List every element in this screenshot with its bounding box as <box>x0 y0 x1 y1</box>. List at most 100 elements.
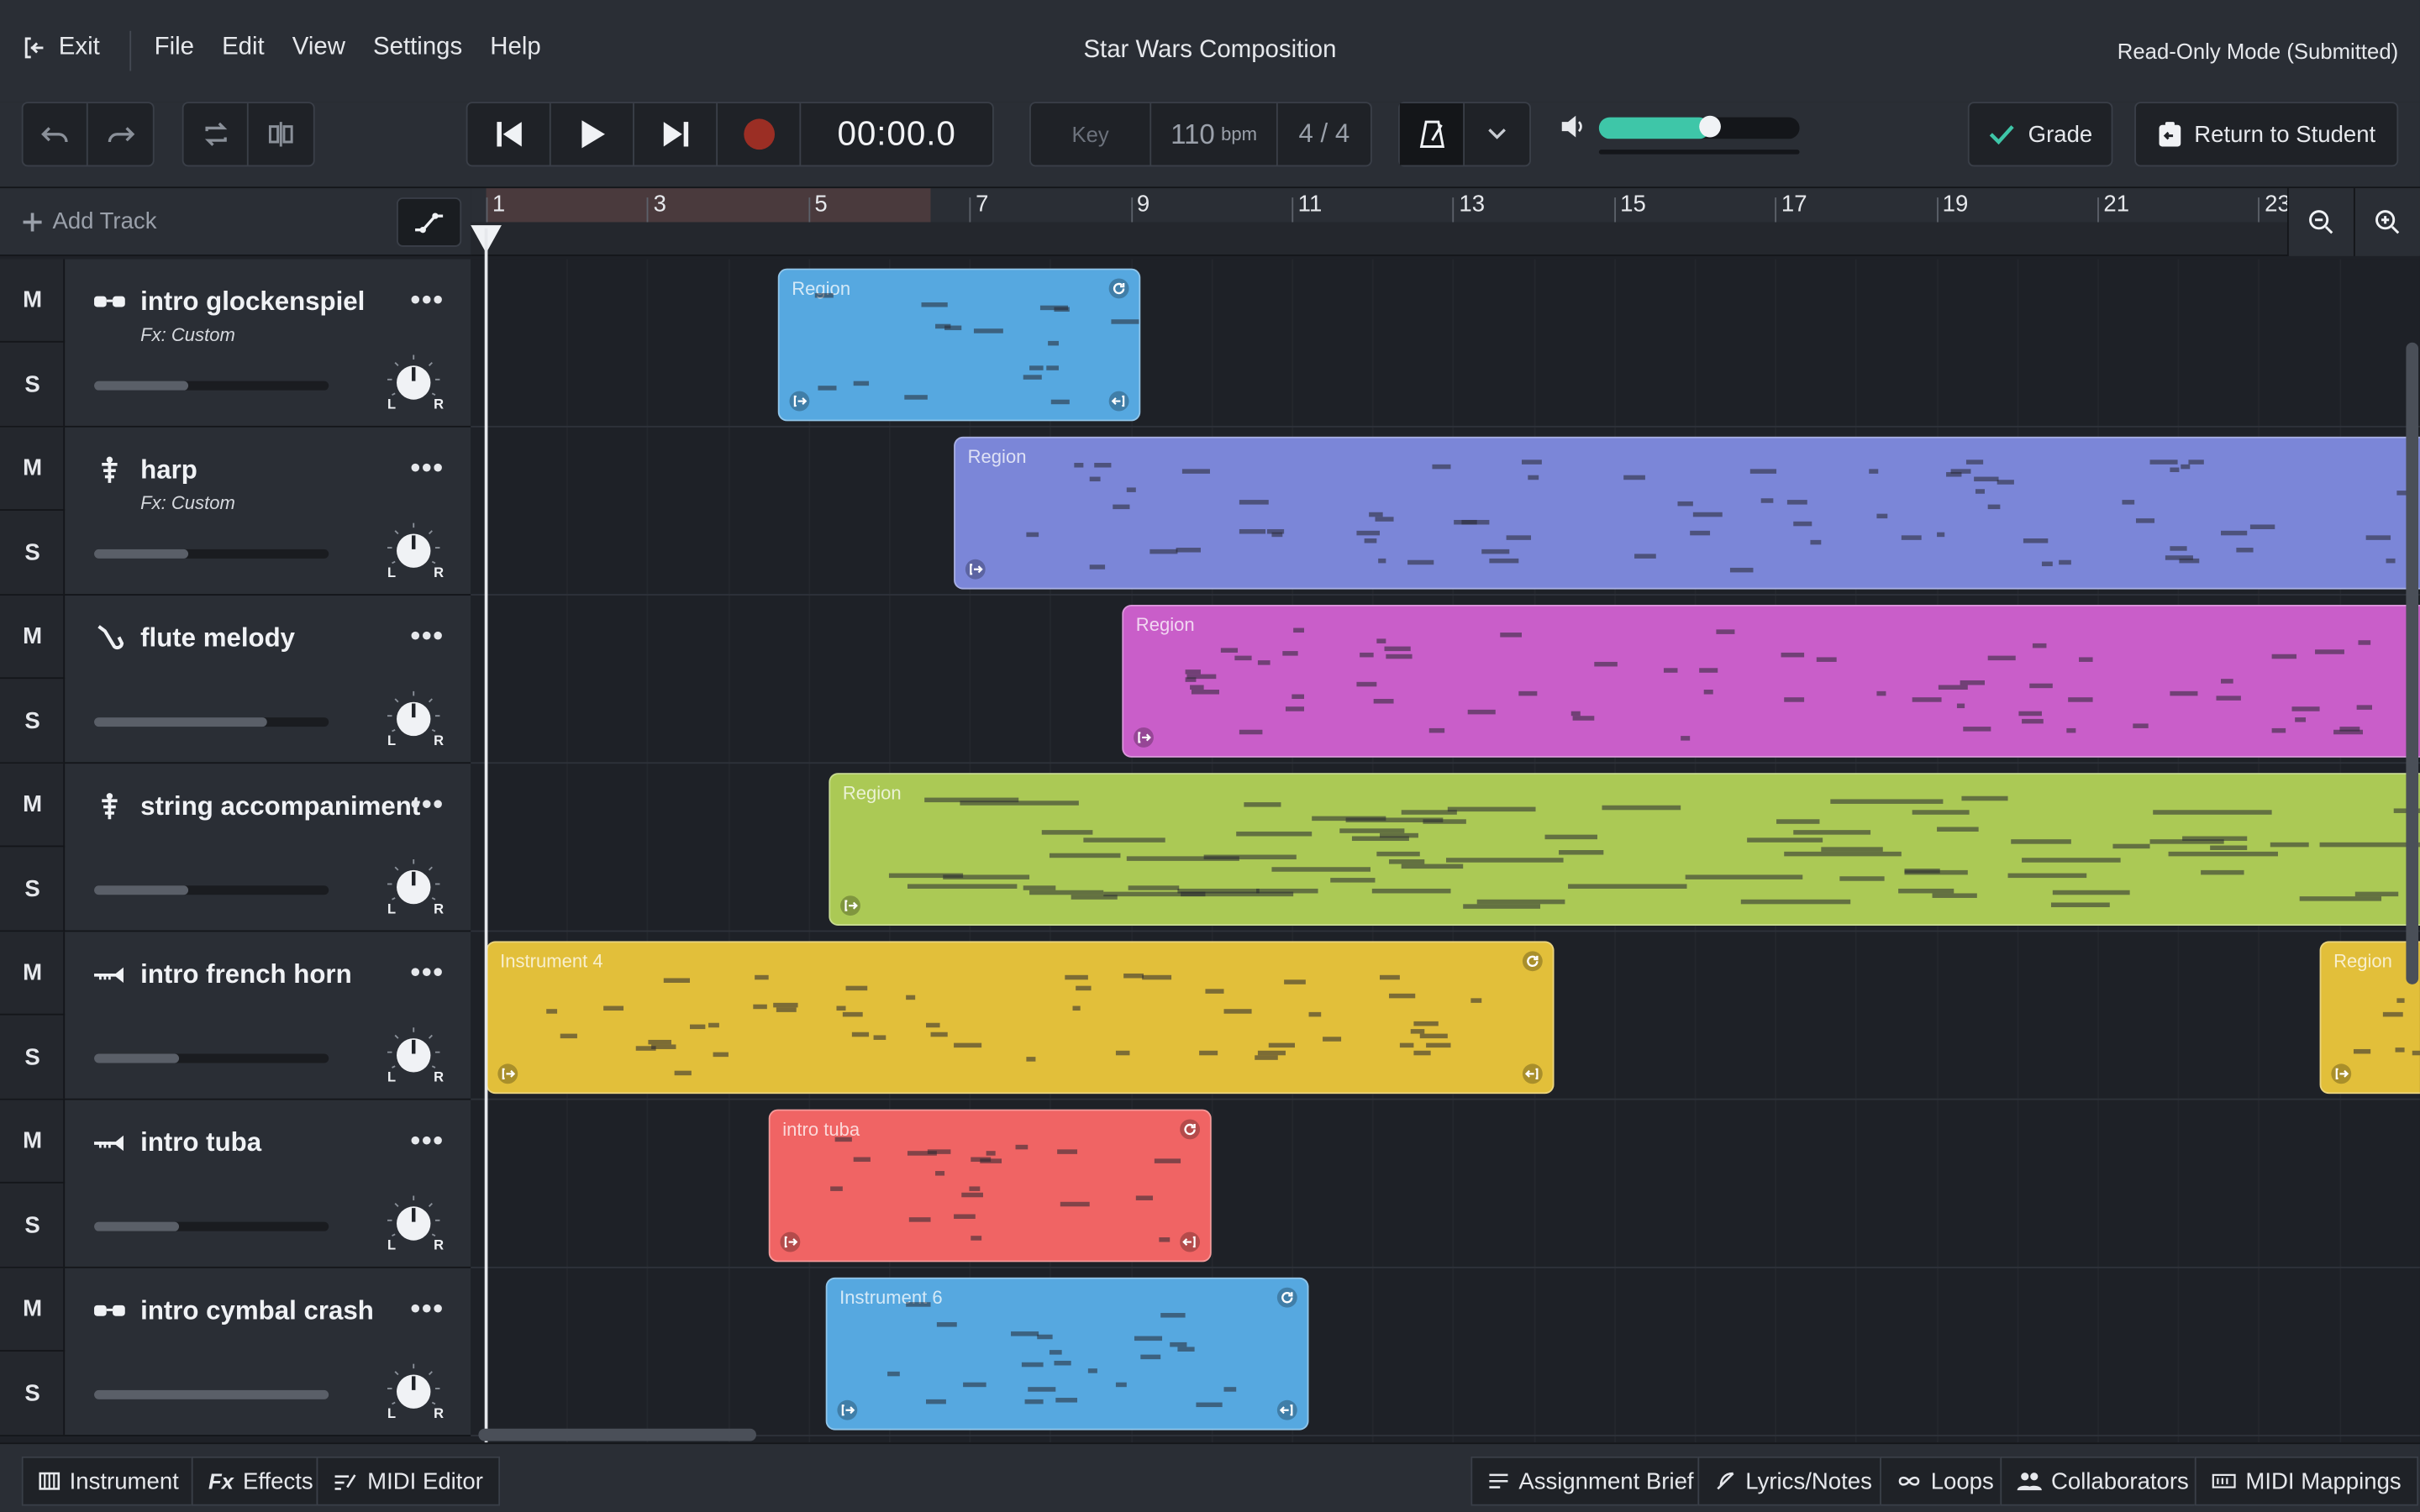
pan-knob[interactable]: L R <box>383 1361 445 1422</box>
record-button[interactable] <box>718 103 802 165</box>
region-start-handle-icon[interactable] <box>497 1063 518 1084</box>
arrangement-area[interactable]: Region Region Region Region Instrument 4… <box>471 259 2420 1443</box>
track-volume-slider[interactable] <box>94 1221 329 1231</box>
effects-tab[interactable]: Fx Effects <box>191 1456 330 1506</box>
track-volume-slider[interactable] <box>94 885 329 895</box>
midi-region[interactable]: Region <box>2319 941 2420 1095</box>
track-name[interactable]: intro french horn <box>140 959 352 990</box>
horizontal-scrollbar[interactable] <box>478 1428 756 1441</box>
midi-editor-tab[interactable]: MIDI Editor <box>316 1456 501 1506</box>
midi-region[interactable]: Region <box>1122 604 2420 758</box>
track-name[interactable]: string accompaniment <box>140 791 420 822</box>
midi-region[interactable]: intro tuba <box>768 1109 1212 1263</box>
mute-button[interactable]: M <box>0 260 66 343</box>
redo-button[interactable] <box>88 103 153 165</box>
undo-button[interactable] <box>24 103 88 165</box>
play-button[interactable] <box>551 103 634 165</box>
lyrics-notes-tab[interactable]: Lyrics/Notes <box>1697 1456 1890 1506</box>
track-options-button[interactable]: ••• <box>411 1293 445 1326</box>
loop-region-icon[interactable] <box>1179 1119 1201 1141</box>
track-name[interactable]: intro cymbal crash <box>140 1296 374 1327</box>
region-start-handle-icon[interactable] <box>780 1231 802 1253</box>
playhead[interactable] <box>484 228 488 1443</box>
loop-range[interactable] <box>486 188 931 223</box>
loop-region-icon[interactable] <box>1522 950 1544 972</box>
split-button[interactable] <box>249 103 313 165</box>
pan-knob[interactable]: L R <box>383 856 445 917</box>
master-volume-slider[interactable] <box>1598 115 1800 139</box>
vertical-scrollbar[interactable] <box>2406 342 2419 984</box>
pan-knob[interactable]: L R <box>383 688 445 749</box>
zoom-out-button[interactable] <box>2286 188 2354 256</box>
pan-knob[interactable]: L R <box>383 520 445 581</box>
track-row[interactable]: M S intro cymbal crash ••• L R <box>0 1268 471 1436</box>
midi-mappings-tab[interactable]: MIDI Mappings <box>2194 1456 2418 1506</box>
solo-button[interactable]: S <box>0 1184 65 1267</box>
region-end-handle-icon[interactable] <box>1276 1399 1298 1421</box>
region-start-handle-icon[interactable] <box>789 391 811 412</box>
region-start-handle-icon[interactable] <box>2330 1063 2352 1084</box>
track-row[interactable]: M S intro glockenspiel Fx: Custom ••• L … <box>0 259 471 428</box>
solo-button[interactable]: S <box>0 343 65 426</box>
menu-edit[interactable]: Edit <box>222 34 265 61</box>
region-end-handle-icon[interactable] <box>1179 1231 1201 1253</box>
mute-button[interactable]: M <box>0 428 66 511</box>
pan-knob[interactable]: L R <box>383 1193 445 1254</box>
region-start-handle-icon[interactable] <box>1133 727 1155 748</box>
track-name[interactable]: intro tuba <box>140 1128 261 1159</box>
midi-region[interactable]: Region <box>954 436 2420 590</box>
mute-button[interactable]: M <box>0 1100 66 1184</box>
region-start-handle-icon[interactable] <box>836 1399 858 1421</box>
track-options-button[interactable]: ••• <box>411 620 445 653</box>
mute-button[interactable]: M <box>0 596 66 680</box>
menu-file[interactable]: File <box>155 34 194 61</box>
midi-region[interactable]: Region <box>777 268 1141 422</box>
timeline-ruler[interactable]: 1 3 5 7 9 11 13 15 17 19 21 23 <box>471 188 2420 256</box>
track-name[interactable]: flute melody <box>140 623 295 654</box>
return-to-student-button[interactable]: Return to Student <box>2134 102 2399 167</box>
skip-forward-button[interactable] <box>634 103 718 165</box>
region-end-handle-icon[interactable] <box>1522 1063 1544 1084</box>
track-row[interactable]: M S string accompaniment ••• L R <box>0 764 471 932</box>
key-selector[interactable]: Key <box>1031 103 1152 165</box>
menu-settings[interactable]: Settings <box>373 34 462 61</box>
loop-button[interactable] <box>184 103 249 165</box>
loops-tab[interactable]: Loops <box>1880 1456 2011 1506</box>
zoom-in-button[interactable] <box>2353 188 2420 256</box>
track-options-button[interactable]: ••• <box>411 452 445 485</box>
region-start-handle-icon[interactable] <box>965 559 986 580</box>
solo-button[interactable]: S <box>0 679 65 762</box>
menu-view[interactable]: View <box>292 34 345 61</box>
region-end-handle-icon[interactable] <box>1108 391 1130 412</box>
track-volume-slider[interactable] <box>94 1053 329 1063</box>
track-volume-slider[interactable] <box>94 381 329 391</box>
pan-knob[interactable]: L R <box>383 1025 445 1086</box>
track-row[interactable]: M S intro tuba ••• L R <box>0 1100 471 1268</box>
track-volume-slider[interactable] <box>94 549 329 559</box>
loop-region-icon[interactable] <box>1108 278 1130 300</box>
track-name[interactable]: intro glockenspiel <box>140 287 365 318</box>
track-row[interactable]: M S harp Fx: Custom ••• L R <box>0 427 471 596</box>
mute-button[interactable]: M <box>0 764 66 848</box>
time-signature-field[interactable]: 4 / 4 <box>1278 103 1370 165</box>
bpm-field[interactable]: 110 bpm <box>1151 103 1278 165</box>
track-options-button[interactable]: ••• <box>411 284 445 317</box>
track-name[interactable]: harp <box>140 455 197 486</box>
assignment-brief-tab[interactable]: Assignment Brief <box>1470 1456 1711 1506</box>
midi-region[interactable]: Instrument 4 <box>486 941 1555 1095</box>
exit-button[interactable]: Exit <box>22 34 100 61</box>
mute-button[interactable]: M <box>0 1268 66 1352</box>
track-row[interactable]: M S flute melody ••• L R <box>0 595 471 764</box>
master-volume-handle[interactable] <box>1698 115 1721 138</box>
mute-button[interactable]: M <box>0 932 66 1016</box>
loop-region-icon[interactable] <box>1276 1287 1298 1309</box>
midi-region[interactable]: Region <box>829 773 2420 927</box>
menu-help[interactable]: Help <box>490 34 540 61</box>
pan-knob[interactable]: L R <box>383 352 445 413</box>
track-volume-slider[interactable] <box>94 1389 329 1399</box>
skip-back-button[interactable] <box>468 103 551 165</box>
solo-button[interactable]: S <box>0 1016 65 1099</box>
solo-button[interactable]: S <box>0 847 65 930</box>
midi-region[interactable]: Instrument 6 <box>825 1277 1309 1431</box>
solo-button[interactable]: S <box>0 1352 65 1435</box>
